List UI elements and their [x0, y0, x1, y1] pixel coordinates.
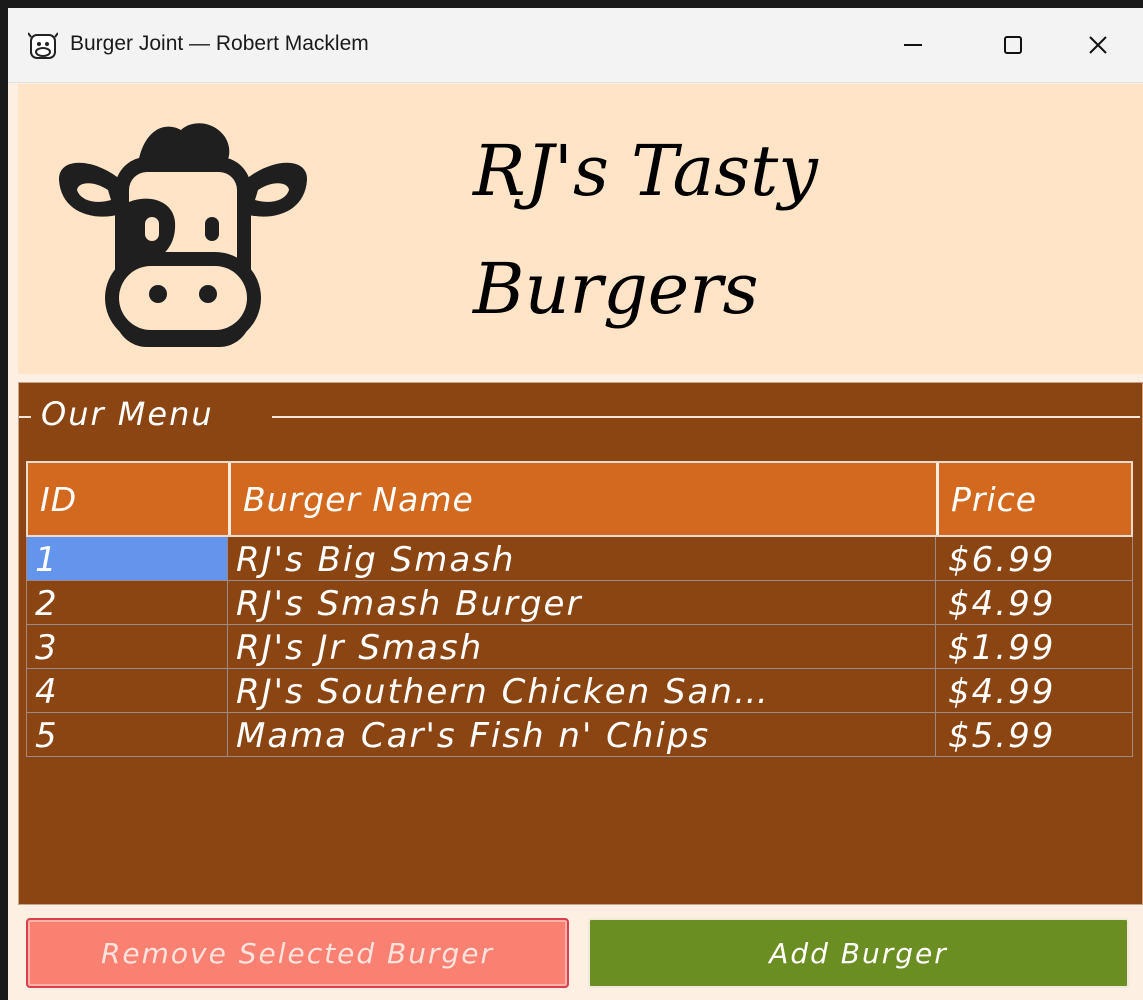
table-row[interactable]: 5 Mama Car's Fish n' Chips $5.99: [27, 713, 1132, 757]
minimize-icon: [904, 44, 922, 46]
row-price-cell[interactable]: $4.99: [935, 581, 1130, 624]
row-price-cell[interactable]: $1.99: [935, 625, 1130, 668]
row-name-cell[interactable]: RJ's Southern Chicken San…: [227, 669, 935, 712]
title-bar[interactable]: Burger Joint — Robert Macklem: [8, 8, 1143, 83]
add-burger-button[interactable]: Add Burger: [588, 918, 1129, 988]
column-header-price[interactable]: Price: [936, 463, 1131, 535]
column-header-burger-name[interactable]: Burger Name: [228, 463, 936, 535]
close-button[interactable]: [1053, 8, 1143, 82]
group-border-left: [19, 416, 31, 418]
menu-group-label: Our Menu: [41, 395, 214, 433]
app-window: Burger Joint — Robert Macklem RJ's Tasty…: [8, 8, 1143, 1000]
shop-title: RJ's Tasty Burgers: [473, 112, 1033, 348]
row-id-cell[interactable]: 5: [27, 713, 227, 756]
row-id-cell[interactable]: 3: [27, 625, 227, 668]
table-body: 1 RJ's Big Smash $6.99 2 RJ's Smash Burg…: [26, 537, 1133, 757]
column-header-id[interactable]: ID: [28, 463, 228, 535]
row-price-cell[interactable]: $5.99: [935, 713, 1130, 756]
row-name-cell[interactable]: RJ's Jr Smash: [227, 625, 935, 668]
table-row[interactable]: 2 RJ's Smash Burger $4.99: [27, 581, 1132, 625]
maximize-icon: [1004, 36, 1022, 54]
maximize-button[interactable]: [968, 8, 1058, 82]
row-name-cell[interactable]: RJ's Big Smash: [227, 537, 935, 580]
header-banner: RJ's Tasty Burgers: [18, 84, 1143, 374]
table-row[interactable]: 3 RJ's Jr Smash $1.99: [27, 625, 1132, 669]
menu-table[interactable]: ID Burger Name Price 1 RJ's Big Smash $6…: [26, 461, 1133, 757]
table-header: ID Burger Name Price: [26, 461, 1133, 537]
row-id-cell[interactable]: 4: [27, 669, 227, 712]
row-name-cell[interactable]: RJ's Smash Burger: [227, 581, 935, 624]
table-row[interactable]: 1 RJ's Big Smash $6.99: [27, 537, 1132, 581]
close-icon: [1089, 36, 1107, 54]
row-id-cell[interactable]: 1: [27, 537, 227, 580]
window-title: Burger Joint — Robert Macklem: [70, 32, 369, 55]
remove-selected-burger-button[interactable]: Remove Selected Burger: [26, 918, 569, 988]
cow-icon: [58, 123, 308, 347]
minimize-button[interactable]: [868, 8, 958, 82]
shop-title-line-1: RJ's Tasty: [473, 130, 818, 212]
cow-app-icon: [28, 32, 58, 59]
shop-title-line-2: Burgers: [473, 248, 759, 330]
row-name-cell[interactable]: Mama Car's Fish n' Chips: [227, 713, 935, 756]
menu-group-box: Our Menu ID Burger Name Price 1 RJ's Big…: [18, 382, 1143, 905]
row-price-cell[interactable]: $4.99: [935, 669, 1130, 712]
group-border-right: [272, 416, 1140, 418]
row-price-cell[interactable]: $6.99: [935, 537, 1130, 580]
table-row[interactable]: 4 RJ's Southern Chicken San… $4.99: [27, 669, 1132, 713]
row-id-cell[interactable]: 2: [27, 581, 227, 624]
